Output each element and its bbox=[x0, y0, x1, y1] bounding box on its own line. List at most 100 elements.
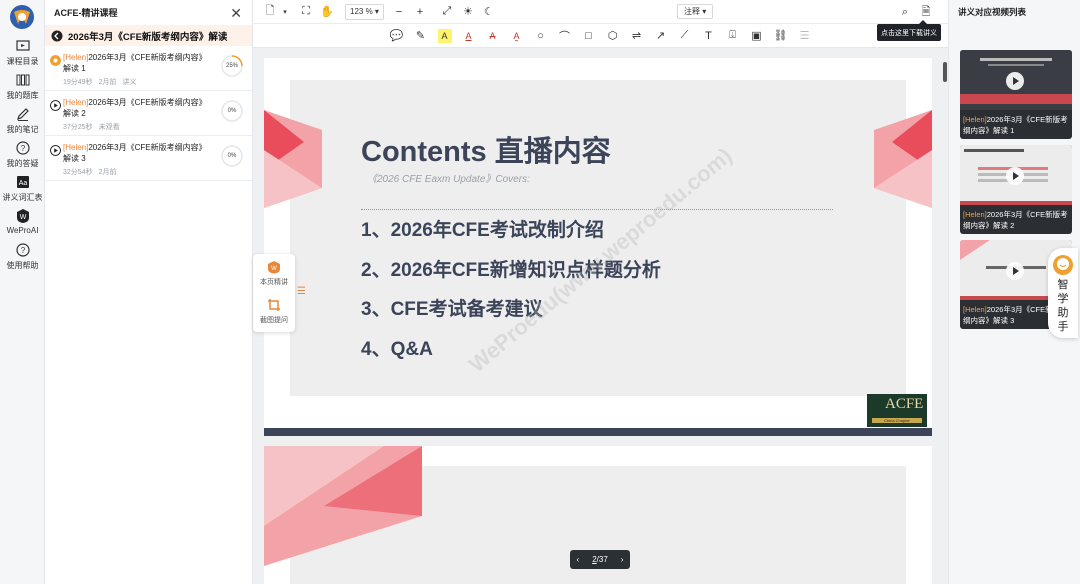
rail-notes[interactable]: 我的笔记 bbox=[0, 106, 45, 135]
slide-footer-bar bbox=[264, 428, 932, 436]
video-title: [Helen]2026年3月《CFE新版考纲内容》解读 2 bbox=[963, 210, 1068, 230]
prev-page-icon[interactable]: ‹ bbox=[577, 555, 580, 564]
next-page-icon[interactable]: › bbox=[621, 555, 624, 564]
text-underline-icon[interactable]: A bbox=[462, 29, 476, 43]
link-icon[interactable]: ⛓ bbox=[774, 29, 788, 43]
zoom-in-icon[interactable]: + bbox=[413, 5, 427, 19]
line-icon[interactable]: ⟋ bbox=[678, 29, 692, 43]
svg-text:Aa: Aa bbox=[18, 180, 27, 187]
left-rail: 课程目录 我的题库 我的笔记 ? 我的答疑 Aa 讲义词汇表 W WeProAI… bbox=[0, 0, 45, 584]
rail-glossary[interactable]: Aa 讲义词汇表 bbox=[0, 174, 45, 203]
help-icon: ? bbox=[15, 243, 30, 257]
text-tool-icon[interactable]: T bbox=[702, 29, 716, 43]
weproedu-logo-icon[interactable] bbox=[8, 4, 36, 30]
stamp-icon[interactable]: ⍗ bbox=[726, 29, 740, 43]
zoom-out-icon[interactable]: − bbox=[392, 5, 406, 19]
video-card[interactable]: [Helen]2026年3月《CFE新版考纲内容》解读 2 bbox=[960, 145, 1072, 234]
rail-label: 我的答疑 bbox=[6, 159, 39, 168]
slide-list-item: 3、CFE考试备考建议 bbox=[361, 299, 543, 320]
lesson-item[interactable]: [Helen]2026年3月《CFE新版考纲内容》解读 2 37分25秒 未观看 … bbox=[45, 91, 252, 136]
pen-icon[interactable]: ✎ bbox=[414, 29, 428, 43]
main-toolbar: 🗋 ▾ ⛶ ✋ 123 % ▾ − + ⤢ ☀ ☾ 注释 ▾ ⌕ 🗎 bbox=[253, 0, 948, 24]
divider bbox=[361, 209, 833, 210]
assistant-label: 智学助手 bbox=[1057, 279, 1069, 333]
slide-decoration-left bbox=[264, 446, 422, 566]
course-panel: ACFE-精讲课程 ✕ 2026年3月《CFE新版考纲内容》解读 [Helen]… bbox=[45, 0, 253, 584]
rectangle-icon[interactable]: □ bbox=[582, 29, 596, 43]
rail-label: WeProAI bbox=[6, 226, 39, 235]
highlight-icon[interactable]: A bbox=[437, 28, 452, 43]
rail-label: 使用帮助 bbox=[6, 261, 39, 270]
rail-weproai[interactable]: W WeProAI bbox=[0, 208, 45, 235]
glossary-icon: Aa bbox=[16, 176, 29, 188]
playing-indicator-icon bbox=[50, 55, 61, 66]
search-icon[interactable]: ⌕ bbox=[898, 5, 912, 19]
crop-icon bbox=[268, 299, 280, 311]
page-indicator[interactable]: 2/37 bbox=[592, 555, 608, 564]
slide-list-item: 4、Q&A bbox=[361, 339, 433, 360]
play-icon bbox=[50, 145, 61, 156]
svg-text:?: ? bbox=[20, 144, 25, 153]
list-toggle-icon[interactable]: ☰ bbox=[297, 286, 306, 297]
night-mode-icon[interactable]: ☾ bbox=[482, 5, 496, 19]
rail-help[interactable]: ? 使用帮助 bbox=[0, 242, 45, 271]
lesson-item[interactable]: [Helen]2026年3月《CFE新版考纲内容》解读 3 32分54秒 2月前 … bbox=[45, 136, 252, 181]
annotate-dropdown[interactable]: 注释 ▾ bbox=[677, 4, 714, 19]
rail-label: 讲义词汇表 bbox=[2, 193, 43, 202]
rail-course-catalog[interactable]: 课程目录 bbox=[0, 38, 45, 67]
course-panel-header: ACFE-精讲课程 ✕ bbox=[45, 0, 252, 25]
image-icon[interactable]: ▣ bbox=[750, 29, 764, 43]
back-arrow-icon[interactable] bbox=[51, 30, 63, 42]
rail-label: 我的笔记 bbox=[6, 125, 39, 134]
screenshot-ask-button[interactable]: 截图提问 bbox=[253, 298, 295, 325]
play-icon[interactable] bbox=[1006, 72, 1024, 90]
course-catalog-icon bbox=[15, 40, 30, 51]
download-handout-tooltip: 点击这里下载讲义 bbox=[877, 20, 941, 41]
arc-icon[interactable]: ⌒ bbox=[558, 29, 572, 43]
play-icon[interactable] bbox=[1006, 167, 1024, 185]
lesson-title: [Helen]2026年3月《CFE新版考纲内容》解读 2 bbox=[63, 98, 203, 118]
progress-label: 0% bbox=[227, 108, 237, 114]
progress-label: 0% bbox=[227, 153, 237, 159]
svg-text:W: W bbox=[19, 214, 26, 221]
lesson-meta: 32分54秒 2月前 bbox=[63, 169, 117, 176]
close-icon[interactable]: ✕ bbox=[230, 6, 242, 20]
fullscreen-icon[interactable]: ⤢ bbox=[440, 5, 454, 19]
slide-title: Contents 直播内容 bbox=[361, 136, 611, 168]
polyline-icon[interactable]: ⇌ bbox=[630, 29, 644, 43]
smart-assistant-button[interactable]: 智学助手 bbox=[1048, 248, 1078, 338]
progress-label: 25% bbox=[225, 63, 238, 69]
slide-list-item: 1、2026年CFE考试改制介绍 bbox=[361, 220, 604, 241]
comment-icon[interactable]: 💬 bbox=[390, 29, 404, 43]
file-icon[interactable]: 🗋 bbox=[263, 5, 277, 19]
slide-list-item: 2、2026年CFE新增知识点样题分析 bbox=[361, 260, 661, 281]
polygon-icon[interactable]: ⬡ bbox=[606, 29, 620, 43]
notes-icon bbox=[16, 108, 29, 121]
video-card[interactable]: [Helen]2026年3月《CFE新版考纲内容》解读 1 bbox=[960, 50, 1072, 139]
question-bank-icon bbox=[16, 74, 29, 86]
zoom-select[interactable]: 123 % ▾ bbox=[345, 3, 384, 20]
fit-page-icon[interactable]: ⛶ bbox=[299, 5, 313, 19]
brightness-icon[interactable]: ☀ bbox=[461, 5, 475, 19]
scrollbar-thumb[interactable] bbox=[943, 62, 947, 82]
video-title: [Helen]2026年3月《CFE新版考纲内容》解读 1 bbox=[963, 115, 1068, 135]
rail-qa[interactable]: ? 我的答疑 bbox=[0, 140, 45, 169]
download-handout-icon[interactable]: 🗎 bbox=[919, 5, 933, 19]
play-icon[interactable] bbox=[1006, 262, 1024, 280]
text-squiggly-icon[interactable]: A̰ bbox=[510, 29, 524, 43]
text-strikethrough-icon[interactable]: A bbox=[486, 29, 500, 43]
rail-question-bank[interactable]: 我的题库 bbox=[0, 72, 45, 101]
hand-tool-icon[interactable]: ✋ bbox=[320, 5, 334, 19]
chevron-down-icon[interactable]: ▾ bbox=[278, 5, 292, 19]
lesson-item[interactable]: [Helen]2026年3月《CFE新版考纲内容》解读 1 19分49秒 2月前讲… bbox=[45, 46, 252, 91]
annotation-toolbar: 💬 ✎ A A A A̰ ○ ⌒ □ ⬡ ⇌ ↗ ⟋ T ⍗ ▣ ⛓ ☰ bbox=[253, 24, 948, 48]
arrow-icon[interactable]: ↗ bbox=[654, 29, 668, 43]
page-lecture-button[interactable]: W 本页精讲 bbox=[253, 260, 295, 287]
more-icon[interactable]: ☰ bbox=[798, 29, 812, 43]
slide-decoration-right bbox=[874, 110, 932, 208]
course-section-header[interactable]: 2026年3月《CFE新版考纲内容》解读 bbox=[45, 25, 252, 46]
video-list-title: 讲义对应视频列表 bbox=[958, 7, 1027, 17]
floating-tools: W 本页精讲 截图提问 bbox=[253, 254, 295, 332]
assistant-avatar-icon bbox=[1053, 255, 1073, 275]
circle-icon[interactable]: ○ bbox=[534, 29, 548, 43]
